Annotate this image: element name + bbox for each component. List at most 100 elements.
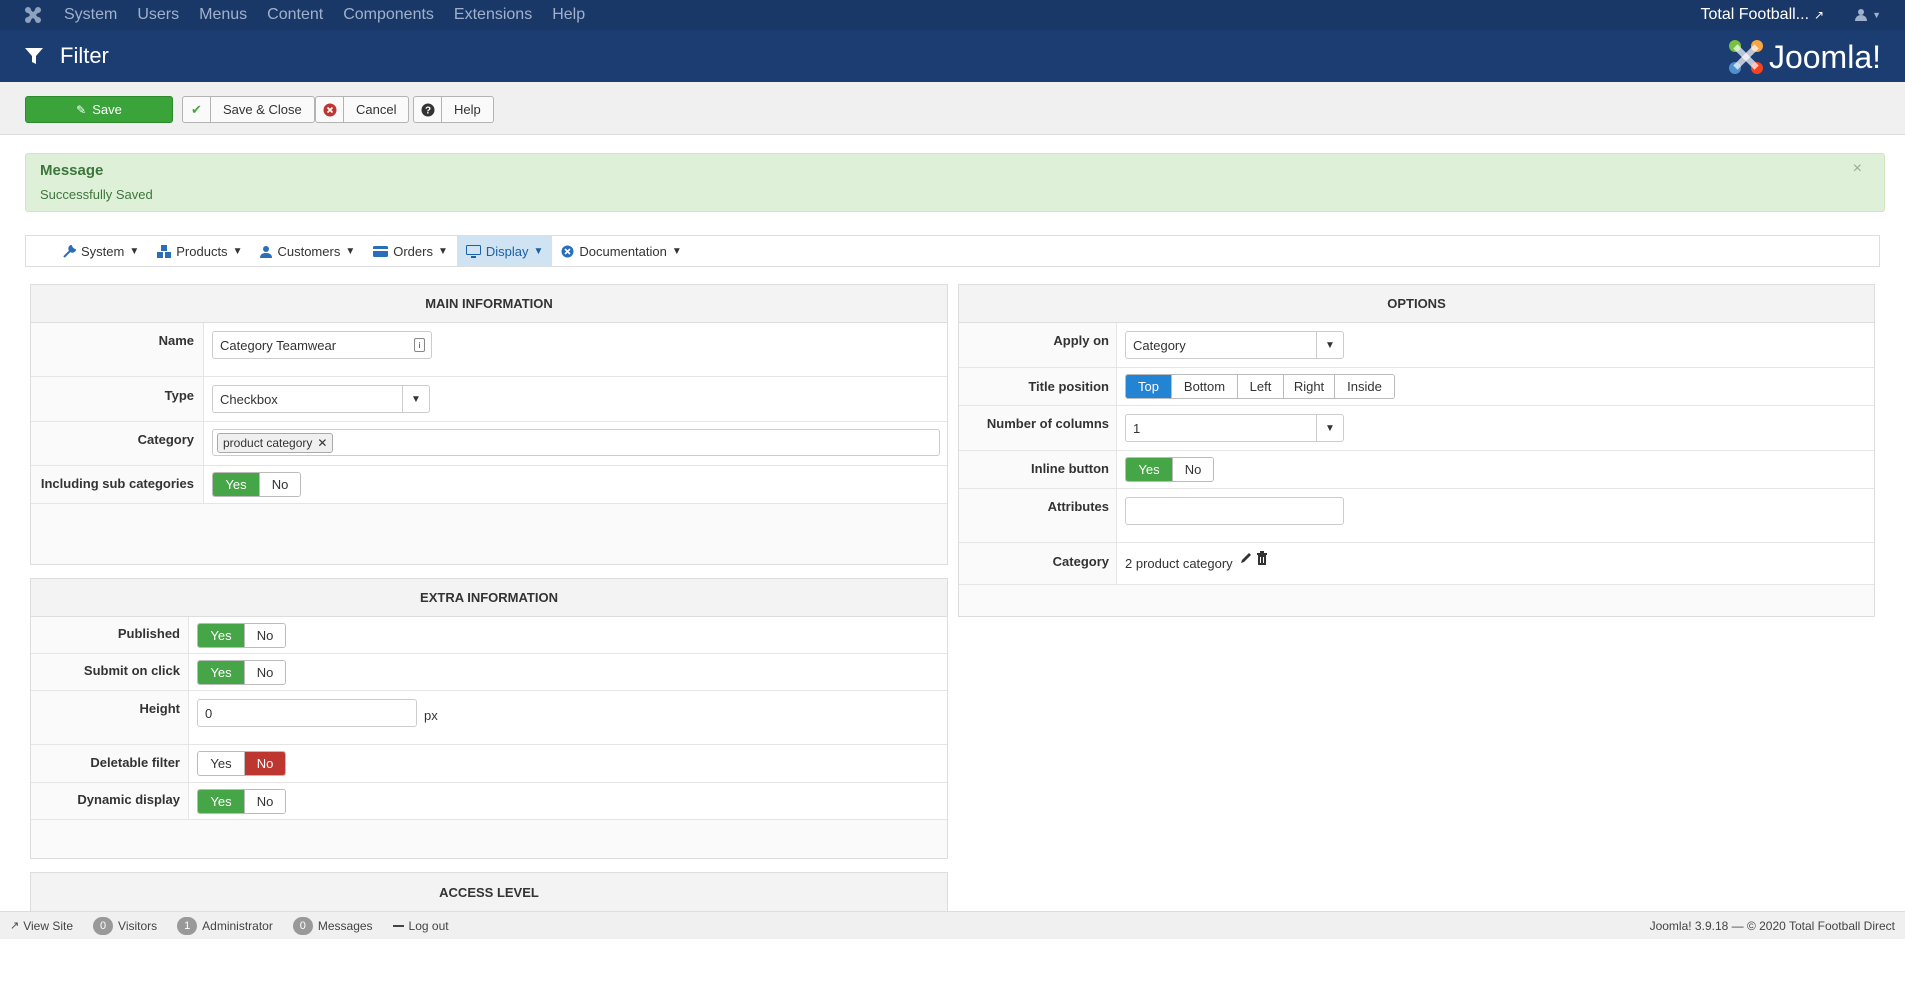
joomla-icon[interactable] (16, 0, 50, 30)
caret-icon: ▼ (232, 245, 243, 257)
title-pos-inside[interactable]: Inside (1335, 375, 1394, 398)
external-link-icon: ↗ (1814, 8, 1825, 22)
caret-icon: ▼ (533, 245, 544, 257)
nav-customers[interactable]: Customers ▼ (251, 236, 364, 266)
name-label: Name (158, 333, 194, 348)
columns-select[interactable]: 1 ▼ (1125, 414, 1344, 442)
main-information-panel: MAIN INFORMATION Name Category Teamwear … (30, 284, 948, 565)
messages-label: Messages (317, 918, 373, 933)
yes-option[interactable]: Yes (198, 661, 245, 684)
category-multiselect[interactable]: product category ✕ (212, 429, 940, 456)
menu-system[interactable]: System (64, 6, 117, 24)
chevron-down-icon: ▼ (1316, 415, 1343, 441)
joomla-logo: Joomla! (1727, 38, 1881, 76)
trash-icon[interactable] (1256, 551, 1268, 565)
title-pos-top[interactable]: Top (1126, 375, 1172, 398)
caret-icon: ▼ (437, 245, 448, 257)
yes-option[interactable]: Yes (198, 624, 245, 647)
nav-documentation[interactable]: Documentation ▼ (552, 236, 690, 266)
submit-toggle[interactable]: Yes No (197, 660, 286, 685)
inline-button-toggle[interactable]: Yes No (1125, 457, 1214, 482)
nav-system-label: System (81, 243, 125, 259)
height-input[interactable]: 0 (197, 699, 417, 727)
user-caret-icon[interactable]: ▼ (1872, 10, 1881, 20)
yes-option[interactable]: Yes (198, 752, 245, 775)
subcategories-toggle[interactable]: Yes No (212, 472, 301, 497)
panel-heading: MAIN INFORMATION (31, 285, 947, 323)
name-row: Name Category Teamwear i (31, 323, 947, 377)
caret-icon: ▼ (129, 245, 140, 257)
yes-option[interactable]: Yes (1126, 458, 1173, 481)
title-pos-right[interactable]: Right (1284, 375, 1335, 398)
title-position-label: Title position (1028, 379, 1109, 394)
nav-display[interactable]: Display ▼ (456, 236, 553, 266)
close-icon[interactable]: × (1853, 160, 1862, 178)
extra-information-panel: EXTRA INFORMATION Published Yes No Submi… (30, 578, 948, 859)
visitors-link[interactable]: 0 Visitors (93, 916, 157, 935)
pencil-icon[interactable] (1239, 551, 1253, 565)
title-pos-left[interactable]: Left (1238, 375, 1284, 398)
external-link-icon: ↗ (10, 920, 20, 932)
menu-users[interactable]: Users (137, 6, 179, 24)
no-option[interactable]: No (245, 752, 285, 775)
attributes-input[interactable] (1125, 497, 1344, 525)
nav-products-label: Products (176, 243, 228, 259)
nav-system[interactable]: System ▼ (54, 236, 148, 266)
menu-components[interactable]: Components (343, 6, 434, 24)
messages-link[interactable]: 0 Messages (292, 916, 373, 935)
messages-badge: 0 (292, 916, 313, 935)
nav-products[interactable]: Products ▼ (148, 236, 251, 266)
cancel-button[interactable]: Cancel (315, 96, 410, 123)
menu-menus[interactable]: Menus (199, 6, 247, 24)
nav-orders[interactable]: Orders ▼ (364, 236, 457, 266)
save-close-button[interactable]: ✔ Save & Close (182, 96, 315, 123)
no-option[interactable]: No (245, 624, 285, 647)
logout-link[interactable]: Log out (392, 919, 449, 933)
dynamic-row: Dynamic display Yes No (31, 783, 947, 820)
dynamic-cell: Yes No (188, 783, 947, 819)
menu-extensions[interactable]: Extensions (454, 6, 532, 24)
type-select[interactable]: Checkbox ▼ (212, 385, 430, 413)
no-option[interactable]: No (245, 661, 285, 684)
chevron-down-icon: ▼ (402, 386, 429, 412)
menu-content[interactable]: Content (267, 6, 323, 24)
no-option[interactable]: No (245, 790, 285, 813)
view-site-link[interactable]: ↗ View Site (10, 919, 73, 933)
help-button[interactable]: ? Help (413, 96, 494, 123)
administrator-link[interactable]: 1 Administrator (177, 916, 273, 935)
height-row: Height 0 px (31, 691, 947, 745)
apply-on-select[interactable]: Category ▼ (1125, 331, 1344, 359)
title-pos-bottom[interactable]: Bottom (1172, 375, 1238, 398)
joomla-logo-icon (1728, 40, 1763, 74)
alert-text: Successfully Saved (40, 187, 153, 202)
site-link[interactable]: Total Football... (1701, 6, 1810, 24)
user-icon[interactable] (1854, 8, 1868, 22)
save-button[interactable]: ✎ Save (25, 96, 173, 123)
top-menu: System Users Menus Content Components Ex… (64, 6, 605, 24)
deletable-toggle[interactable]: Yes No (197, 751, 286, 776)
no-option[interactable]: No (1173, 458, 1213, 481)
title-position-group[interactable]: Top Bottom Left Right Inside (1125, 374, 1395, 399)
title-bar: Filter (0, 30, 1905, 82)
published-row: Published Yes No (31, 617, 947, 654)
minus-icon (392, 924, 404, 927)
panel-heading: EXTRA INFORMATION (31, 579, 947, 617)
no-option[interactable]: No (260, 473, 300, 496)
topbar-right: Total Football... ↗ ▼ (1701, 0, 1881, 30)
name-input[interactable]: Category Teamwear i (212, 331, 432, 359)
component-nav: System ▼ Products ▼ Customers ▼ Orders ▼ Dis… (25, 235, 1880, 267)
visitors-badge: 0 (93, 916, 114, 935)
option-category-value: 2 product category (1125, 556, 1233, 571)
yes-option[interactable]: Yes (198, 790, 245, 813)
nav-display-label: Display (485, 243, 529, 259)
success-message: Message Successfully Saved × (25, 153, 1885, 212)
dynamic-toggle[interactable]: Yes No (197, 789, 286, 814)
type-value: Checkbox (220, 391, 278, 407)
published-toggle[interactable]: Yes No (197, 623, 286, 648)
menu-help[interactable]: Help (552, 6, 585, 24)
check-icon: ✔ (183, 97, 211, 122)
remove-icon[interactable]: ✕ (317, 436, 327, 450)
caret-icon: ▼ (671, 245, 682, 257)
yes-option[interactable]: Yes (213, 473, 260, 496)
apply-on-value: Category (1133, 337, 1186, 353)
